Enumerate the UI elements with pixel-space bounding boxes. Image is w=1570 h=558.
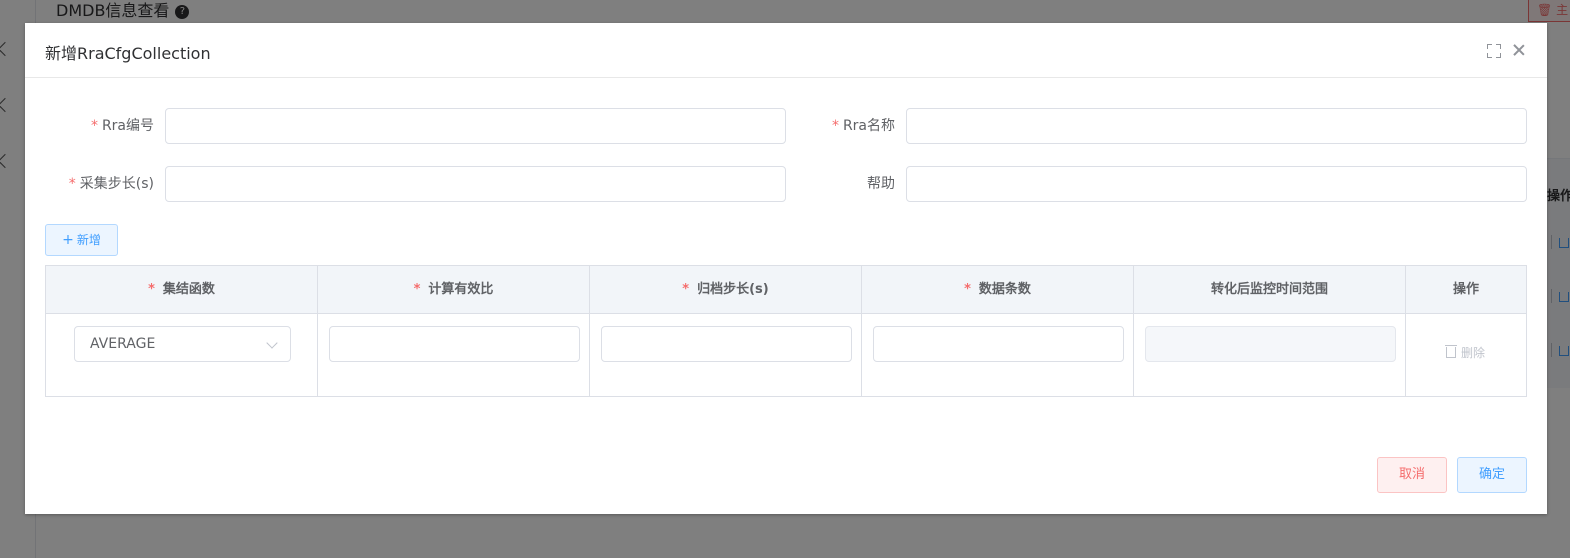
plus-icon: +: [62, 232, 74, 248]
trash-icon: [1445, 345, 1457, 358]
table-cell: [862, 314, 1134, 396]
rra-table: * 集结函数 * 计算有效比 * 归档步长(s) * 数据条数 转化后监控时间范围 操作…: [45, 265, 1527, 397]
column-header-archive-step: * 归档步长(s): [590, 266, 862, 314]
step-label: * 采集步长(s): [68, 176, 154, 192]
delete-label: 删除: [1461, 346, 1486, 360]
rra-code-input[interactable]: [165, 108, 786, 144]
dialog-header: 新增RraCfgCollection: [25, 23, 1547, 78]
help-input[interactable]: [906, 166, 1527, 202]
data-count-input[interactable]: [873, 326, 1124, 362]
column-header-label: 集结函数: [162, 282, 215, 297]
cancel-button[interactable]: 取消: [1377, 457, 1447, 493]
dialog-title: 新增RraCfgCollection: [45, 44, 211, 63]
table-cell: [1134, 314, 1406, 396]
add-rra-dialog: 新增RraCfgCollection * Rra编号 * Rra名称 * 采集步长(s…: [25, 23, 1547, 514]
time-range-input: [1145, 326, 1396, 362]
archive-step-input[interactable]: [601, 326, 852, 362]
column-header-label: 操作: [1452, 282, 1479, 297]
help-label-text: 帮助: [867, 176, 895, 192]
confirm-button[interactable]: 确定: [1457, 457, 1527, 493]
table-row: AVERAGE: [46, 314, 318, 396]
table-cell: [590, 314, 862, 396]
step-input[interactable]: [165, 166, 786, 202]
column-header-label: 转化后监控时间范围: [1210, 282, 1328, 297]
column-header-label: 计算有效比: [428, 282, 494, 297]
step-label-text: 采集步长(s): [79, 176, 154, 192]
column-header-actions: 操作: [1406, 266, 1526, 314]
chevron-down-icon: [266, 337, 278, 349]
aggregate-function-value: AVERAGE: [90, 336, 156, 352]
rra-code-label-text: Rra编号: [101, 118, 154, 134]
fullscreen-icon[interactable]: [1487, 44, 1501, 58]
aggregate-function-select[interactable]: AVERAGE: [74, 326, 291, 362]
add-row-button-label: 新增: [76, 233, 101, 247]
column-header-data-count: * 数据条数: [862, 266, 1134, 314]
delete-row-button[interactable]: 删除: [1445, 345, 1486, 361]
valid-ratio-input[interactable]: [329, 326, 580, 362]
rra-name-label-text: Rra名称: [842, 118, 895, 134]
rra-name-input[interactable]: [906, 108, 1527, 144]
table-cell: 删除: [1406, 314, 1526, 396]
close-icon[interactable]: [1511, 42, 1527, 58]
add-row-button[interactable]: + 新增: [45, 224, 118, 256]
column-header-label: 数据条数: [978, 282, 1031, 297]
column-header-function: * 集结函数: [46, 266, 318, 314]
table-cell: [318, 314, 590, 396]
column-header-time-range: 转化后监控时间范围: [1134, 266, 1406, 314]
rra-code-label: * Rra编号: [90, 118, 154, 134]
column-header-label: 归档步长(s): [697, 282, 769, 297]
help-label: 帮助: [806, 166, 895, 202]
rra-name-label: * Rra名称: [831, 118, 895, 134]
column-header-valid-ratio: * 计算有效比: [318, 266, 590, 314]
